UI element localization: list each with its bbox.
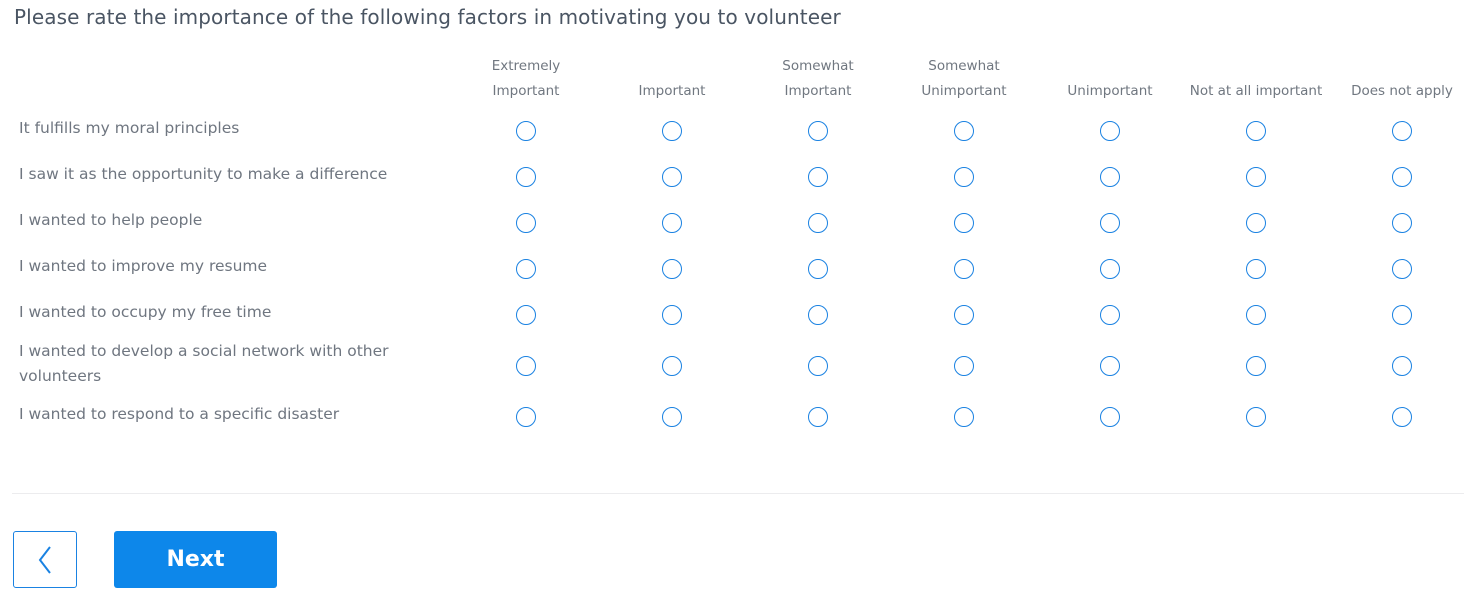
column-header: Not at all important: [1183, 54, 1329, 104]
column-header-line1: Somewhat: [782, 58, 854, 74]
radio-option[interactable]: [1246, 356, 1266, 376]
radio-option[interactable]: [954, 167, 974, 187]
column-header-line2: Unimportant: [921, 83, 1007, 99]
radio-option[interactable]: [808, 407, 828, 427]
radio-option[interactable]: [954, 213, 974, 233]
radio-option[interactable]: [1392, 407, 1412, 427]
radio-option[interactable]: [1392, 167, 1412, 187]
radio-option[interactable]: [1100, 305, 1120, 325]
radio-option[interactable]: [1246, 213, 1266, 233]
radio-option[interactable]: [1392, 121, 1412, 141]
radio-option[interactable]: [516, 407, 536, 427]
radio-option[interactable]: [516, 121, 536, 141]
radio-option[interactable]: [516, 167, 536, 187]
column-header-line1: Somewhat: [928, 58, 1000, 74]
row-label: I wanted to help people: [19, 211, 203, 229]
radio-option[interactable]: [662, 121, 682, 141]
radio-option[interactable]: [1100, 407, 1120, 427]
chevron-left-icon: [38, 545, 51, 574]
column-header: Unimportant: [1037, 54, 1183, 104]
column-header-line2: Important: [492, 83, 560, 99]
radio-option[interactable]: [662, 407, 682, 427]
radio-option[interactable]: [1392, 305, 1412, 325]
column-header-line2: Not at all important: [1189, 83, 1323, 99]
radio-option[interactable]: [516, 305, 536, 325]
radio-option[interactable]: [1246, 167, 1266, 187]
radio-option[interactable]: [516, 213, 536, 233]
column-header: Somewhat Important: [745, 54, 891, 104]
row-label: It fulfills my moral principles: [19, 119, 240, 137]
radio-option[interactable]: [1100, 356, 1120, 376]
radio-option[interactable]: [516, 356, 536, 376]
radio-option[interactable]: [808, 121, 828, 141]
radio-option[interactable]: [808, 356, 828, 376]
row-label: I wanted to respond to a specific disast…: [19, 405, 340, 423]
next-button[interactable]: Next: [114, 531, 277, 588]
column-header-line1: Extremely: [491, 58, 561, 74]
row-label: I wanted to develop a social network wit…: [19, 342, 389, 385]
radio-option[interactable]: [1100, 121, 1120, 141]
radio-option[interactable]: [808, 167, 828, 187]
radio-option[interactable]: [1392, 213, 1412, 233]
row-label: I wanted to occupy my free time: [19, 303, 272, 321]
radio-option[interactable]: [954, 305, 974, 325]
radio-option[interactable]: [1246, 121, 1266, 141]
radio-option[interactable]: [954, 356, 974, 376]
row-label: I wanted to improve my resume: [19, 257, 268, 275]
question-title: Please rate the importance of the follow…: [14, 5, 841, 29]
radio-option[interactable]: [1100, 167, 1120, 187]
radio-option[interactable]: [1246, 407, 1266, 427]
radio-option[interactable]: [1246, 259, 1266, 279]
radio-option[interactable]: [662, 167, 682, 187]
radio-option[interactable]: [1246, 305, 1266, 325]
column-header: Somewhat Unimportant: [891, 54, 1037, 104]
radio-option[interactable]: [808, 305, 828, 325]
radio-option[interactable]: [954, 259, 974, 279]
column-header: Extremely Important: [453, 54, 599, 104]
back-button[interactable]: [13, 531, 77, 588]
radio-option[interactable]: [808, 213, 828, 233]
radio-option[interactable]: [1392, 356, 1412, 376]
column-header-line2: Does not apply: [1351, 83, 1453, 99]
column-header-line2: Important: [784, 83, 852, 99]
radio-option[interactable]: [662, 213, 682, 233]
radio-option[interactable]: [1392, 259, 1412, 279]
radio-option[interactable]: [808, 259, 828, 279]
row-label: I saw it as the opportunity to make a di…: [19, 165, 388, 183]
radio-option[interactable]: [954, 121, 974, 141]
column-header: Does not apply: [1329, 54, 1464, 104]
radio-option[interactable]: [662, 305, 682, 325]
radio-option[interactable]: [1100, 259, 1120, 279]
radio-option[interactable]: [662, 356, 682, 376]
divider: [12, 493, 1464, 494]
radio-option[interactable]: [954, 407, 974, 427]
radio-option[interactable]: [1100, 213, 1120, 233]
radio-option[interactable]: [662, 259, 682, 279]
column-header-line2: Unimportant: [1067, 83, 1153, 99]
radio-option[interactable]: [516, 259, 536, 279]
column-header: Important: [599, 54, 745, 104]
column-header-line2: Important: [638, 83, 706, 99]
